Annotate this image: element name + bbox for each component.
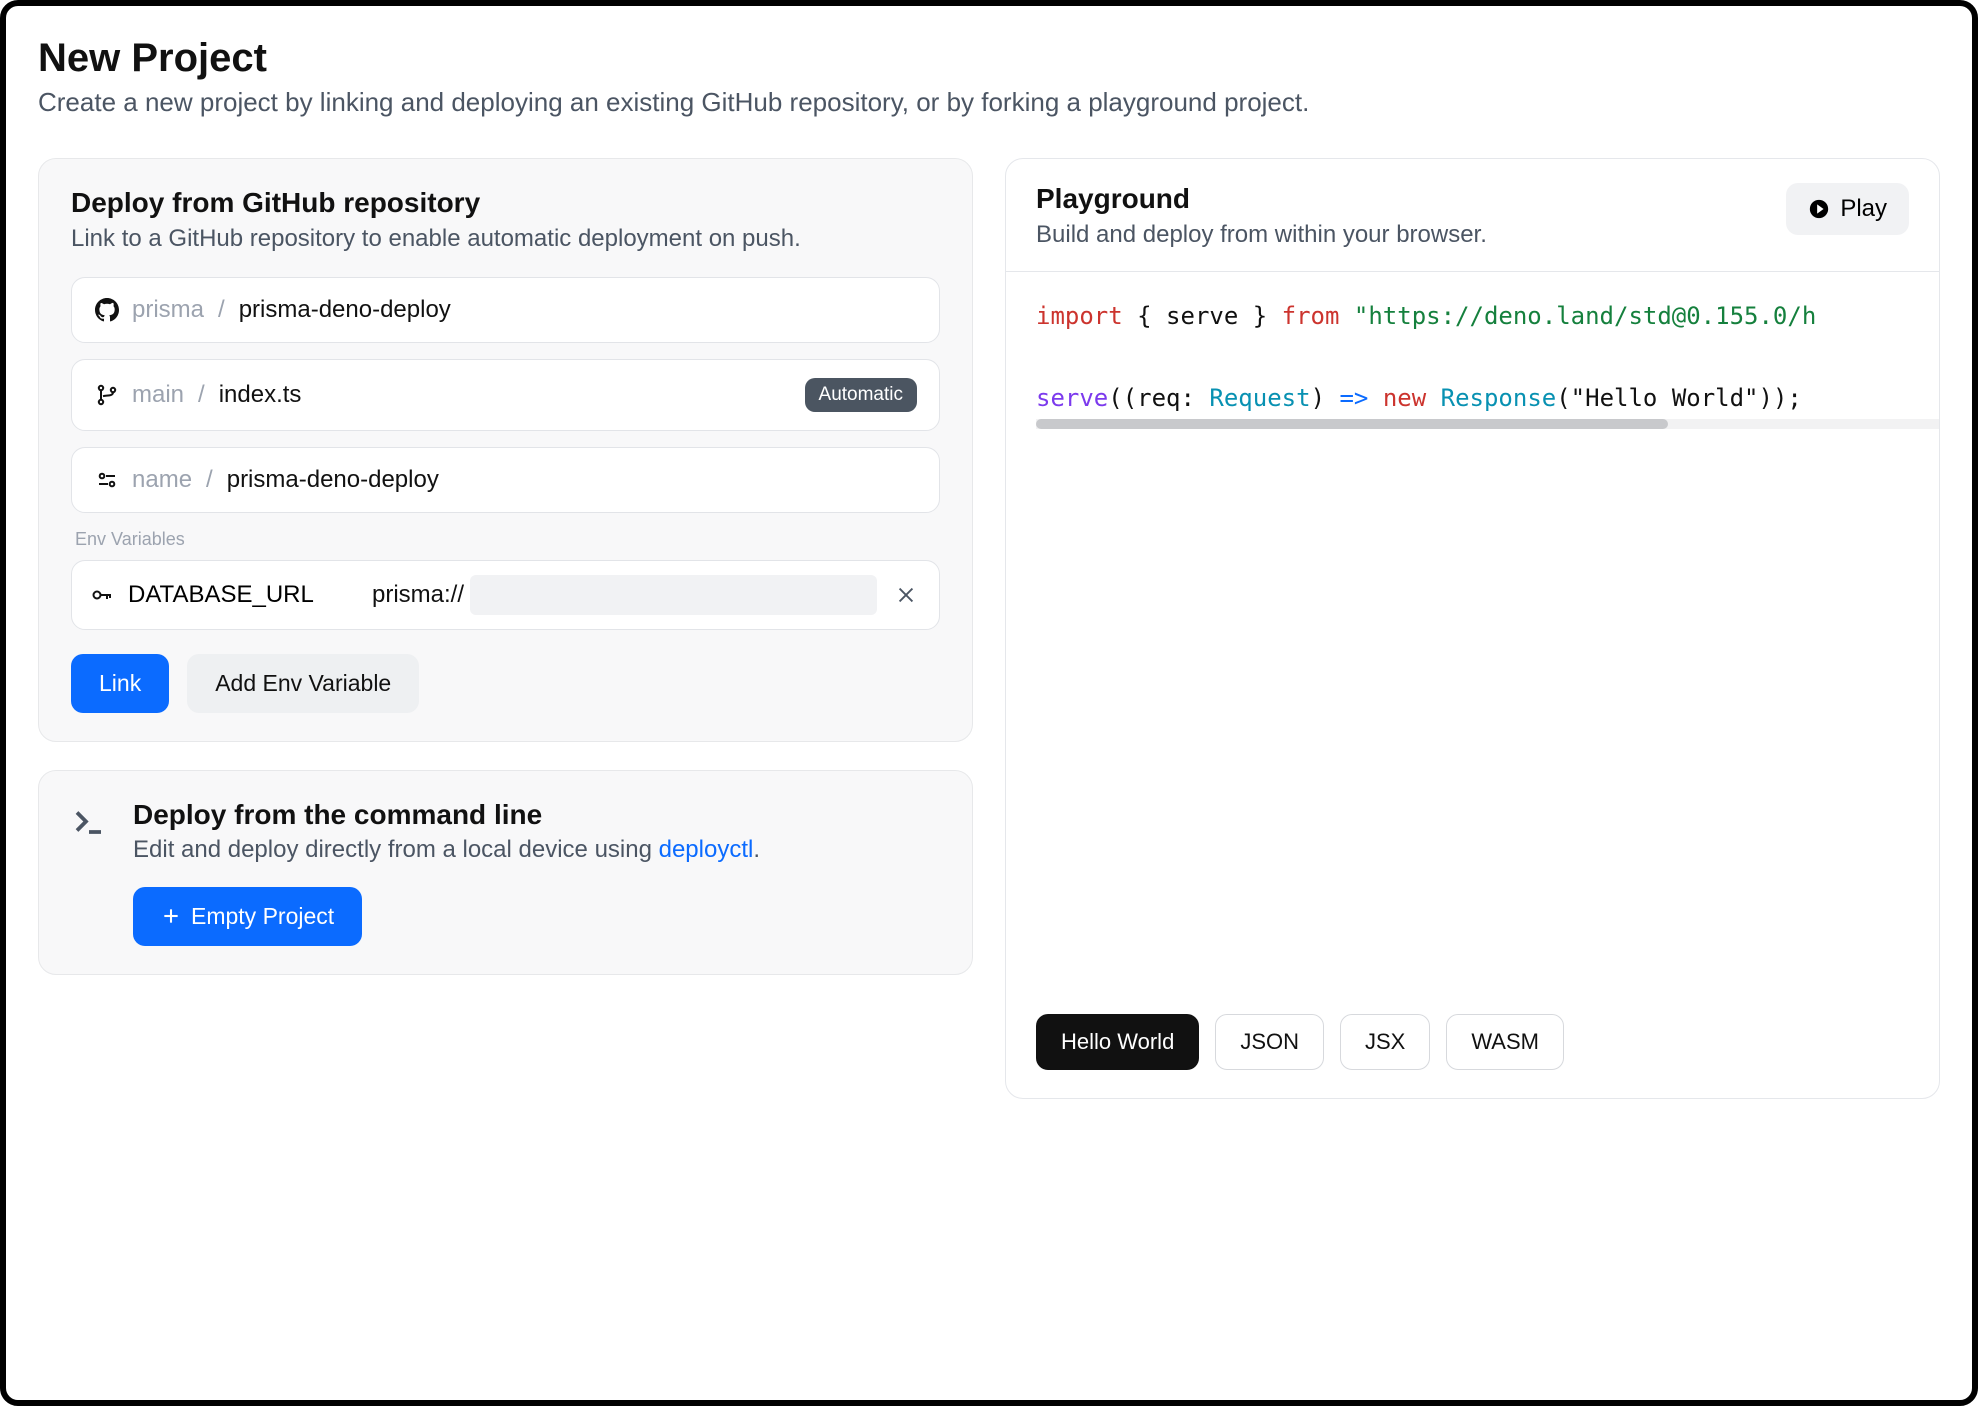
env-variable-row: prisma:// xyxy=(71,560,940,630)
page-title: New Project xyxy=(38,36,1940,81)
branch-entry-selector[interactable]: main / index.ts Automatic xyxy=(71,359,940,431)
repo-name: prisma-deno-deploy xyxy=(239,296,451,324)
env-section-label: Env Variables xyxy=(75,529,940,550)
cli-title: Deploy from the command line xyxy=(133,799,760,831)
playground-card: Playground Build and deploy from within … xyxy=(1005,158,1940,1099)
branch-name: main xyxy=(132,381,184,409)
github-icon xyxy=(94,297,120,323)
template-hello-world[interactable]: Hello World xyxy=(1036,1014,1199,1070)
link-button[interactable]: Link xyxy=(71,654,169,713)
github-subtitle: Link to a GitHub repository to enable au… xyxy=(71,223,940,255)
cli-deploy-card: Deploy from the command line Edit and de… xyxy=(38,770,973,975)
repo-selector[interactable]: prisma / prisma-deno-deploy xyxy=(71,277,940,343)
project-name-field[interactable]: name / prisma-deno-deploy xyxy=(71,447,940,513)
branch-icon xyxy=(94,382,120,408)
github-deploy-card: Deploy from GitHub repository Link to a … xyxy=(38,158,973,742)
github-title: Deploy from GitHub repository xyxy=(71,187,940,219)
code-editor[interactable]: import { serve } from "https://deno.land… xyxy=(1006,272,1939,992)
add-env-button[interactable]: Add Env Variable xyxy=(187,654,419,713)
settings-icon xyxy=(94,467,120,493)
template-json[interactable]: JSON xyxy=(1215,1014,1324,1070)
key-icon xyxy=(90,583,114,607)
project-name: prisma-deno-deploy xyxy=(227,466,439,494)
play-button[interactable]: Play xyxy=(1786,183,1909,235)
template-row: Hello World JSON JSX WASM xyxy=(1006,992,1939,1098)
playground-subtitle: Build and deploy from within your browse… xyxy=(1036,219,1487,251)
cli-subtitle: Edit and deploy directly from a local de… xyxy=(133,833,760,867)
playground-title: Playground xyxy=(1036,183,1487,215)
deployctl-link[interactable]: deployctl xyxy=(659,836,754,863)
empty-project-button[interactable]: Empty Project xyxy=(133,887,362,946)
env-value-prefix: prisma:// xyxy=(372,581,464,609)
repo-owner: prisma xyxy=(132,296,204,324)
entry-file: index.ts xyxy=(219,381,302,409)
page-subtitle: Create a new project by linking and depl… xyxy=(38,87,1940,118)
remove-env-button[interactable] xyxy=(891,580,921,610)
env-key-input[interactable] xyxy=(128,581,358,609)
horizontal-scrollbar[interactable] xyxy=(1036,419,1939,429)
template-wasm[interactable]: WASM xyxy=(1446,1014,1564,1070)
env-value-masked[interactable] xyxy=(470,575,877,615)
terminal-icon xyxy=(71,799,111,946)
template-jsx[interactable]: JSX xyxy=(1340,1014,1430,1070)
automatic-badge: Automatic xyxy=(805,378,917,412)
name-label: name xyxy=(132,466,192,494)
